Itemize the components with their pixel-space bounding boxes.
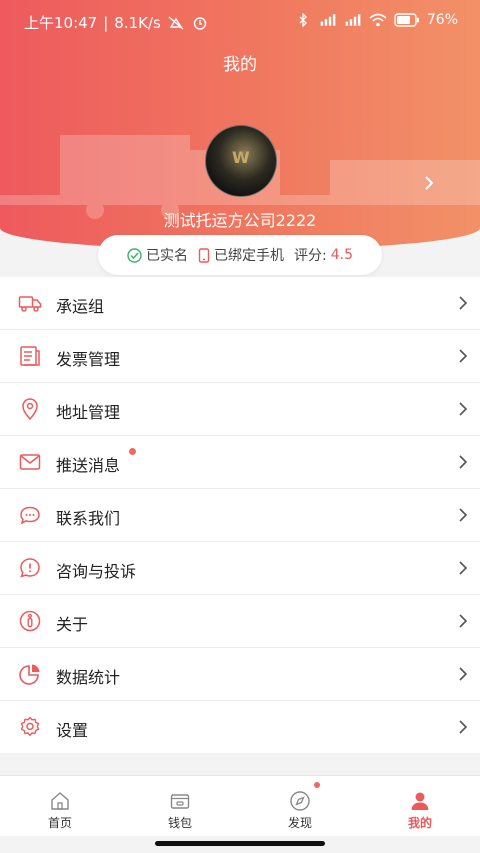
verification-badges: 已实名 已绑定手机 评分: 4.5	[98, 235, 382, 275]
menu-list: 承运组 发票管理 地址管理 推送消息 联系我们 咨询与投诉 关于 数据统计 设置	[0, 277, 480, 753]
menu-item-contact-us[interactable]: 联系我们	[0, 489, 480, 542]
avatar[interactable]: W	[205, 125, 277, 197]
status-bar: 上午10:47 | 8.1K/s 76%	[0, 0, 480, 44]
page-title: 我的	[223, 55, 257, 75]
bluetooth-icon	[299, 13, 307, 27]
phone-icon	[198, 247, 210, 263]
phone-badge: 已绑定手机	[198, 245, 284, 265]
discover-dot	[314, 782, 320, 788]
chevron-right-icon	[459, 508, 468, 522]
chevron-right-icon	[459, 402, 468, 416]
signal-icon	[320, 14, 336, 26]
menu-item-invoice[interactable]: 发票管理	[0, 330, 480, 383]
battery-icon	[394, 13, 419, 27]
status-separator: |	[103, 13, 109, 32]
chevron-right-icon	[459, 614, 468, 628]
menu-item-label: 联系我们	[56, 509, 121, 528]
battery-percent: 76%	[426, 12, 458, 28]
user-icon	[411, 792, 429, 810]
menu-item-label: 承运组	[56, 297, 105, 316]
menu-item-label: 地址管理	[56, 403, 121, 422]
menu-item-label: 推送消息	[56, 456, 121, 475]
alarm-icon	[193, 16, 207, 30]
tab-mine[interactable]: 我的	[360, 776, 480, 836]
profile-header: 上午10:47 | 8.1K/s 76% 我的 W 测试托运方公司2222	[0, 0, 480, 250]
truck-icon	[18, 296, 42, 312]
menu-item-settings[interactable]: 设置	[0, 701, 480, 753]
wallet-icon	[170, 794, 190, 809]
chevron-right-icon	[459, 349, 468, 363]
chevron-right-icon	[459, 296, 468, 310]
menu-item-label: 设置	[56, 721, 89, 740]
gear-icon	[20, 716, 40, 736]
phone-label: 已绑定手机	[214, 248, 284, 264]
home-icon	[51, 792, 69, 810]
menu-item-label: 关于	[56, 615, 89, 634]
status-speed: 8.1K/s	[114, 13, 161, 32]
bottom-tab-bar: 首页 钱包 发现 我的	[0, 775, 480, 836]
invoice-icon	[20, 346, 40, 366]
menu-item-statistics[interactable]: 数据统计	[0, 648, 480, 701]
tab-discover[interactable]: 发现	[240, 776, 360, 836]
company-name: 测试托运方公司2222	[163, 211, 317, 230]
tab-label: 钱包	[167, 816, 192, 830]
tab-label: 我的	[407, 816, 432, 830]
verified-label: 已实名	[146, 248, 188, 264]
home-indicator[interactable]	[155, 841, 325, 846]
mute-icon	[168, 15, 184, 30]
status-time: 上午10:47	[24, 14, 98, 32]
location-icon	[22, 398, 38, 421]
menu-item-push-messages[interactable]: 推送消息	[0, 436, 480, 489]
menu-item-label: 发票管理	[56, 350, 121, 369]
chevron-right-icon	[459, 561, 468, 575]
tab-label: 发现	[287, 816, 312, 830]
menu-item-carrier-group[interactable]: 承运组	[0, 277, 480, 330]
chevron-right-icon	[459, 455, 468, 469]
score-label: 评分:	[294, 248, 327, 264]
alert-icon	[20, 558, 40, 578]
signal-icon-2	[345, 14, 361, 26]
tab-label: 首页	[47, 816, 72, 830]
mail-icon	[19, 454, 41, 470]
tab-home[interactable]: 首页	[0, 776, 120, 836]
check-circle-icon	[127, 247, 142, 263]
verified-badge: 已实名	[127, 245, 188, 265]
compass-icon	[290, 791, 310, 811]
score-badge: 评分: 4.5	[294, 245, 353, 265]
menu-item-consult-complaint[interactable]: 咨询与投诉	[0, 542, 480, 595]
profile-chevron-right-icon[interactable]	[422, 174, 436, 192]
menu-item-label: 数据统计	[56, 668, 121, 687]
menu-item-address[interactable]: 地址管理	[0, 383, 480, 436]
score-value: 4.5	[330, 247, 353, 263]
tab-wallet[interactable]: 钱包	[120, 776, 240, 836]
chat-icon	[20, 506, 40, 525]
avatar-mark: W	[232, 148, 250, 167]
menu-item-about[interactable]: 关于	[0, 595, 480, 648]
unread-dot	[129, 448, 136, 455]
info-icon	[19, 610, 41, 632]
menu-item-label: 咨询与投诉	[56, 562, 137, 581]
pie-chart-icon	[19, 664, 40, 685]
wifi-icon	[369, 13, 387, 27]
chevron-right-icon	[459, 720, 468, 734]
chevron-right-icon	[459, 667, 468, 681]
